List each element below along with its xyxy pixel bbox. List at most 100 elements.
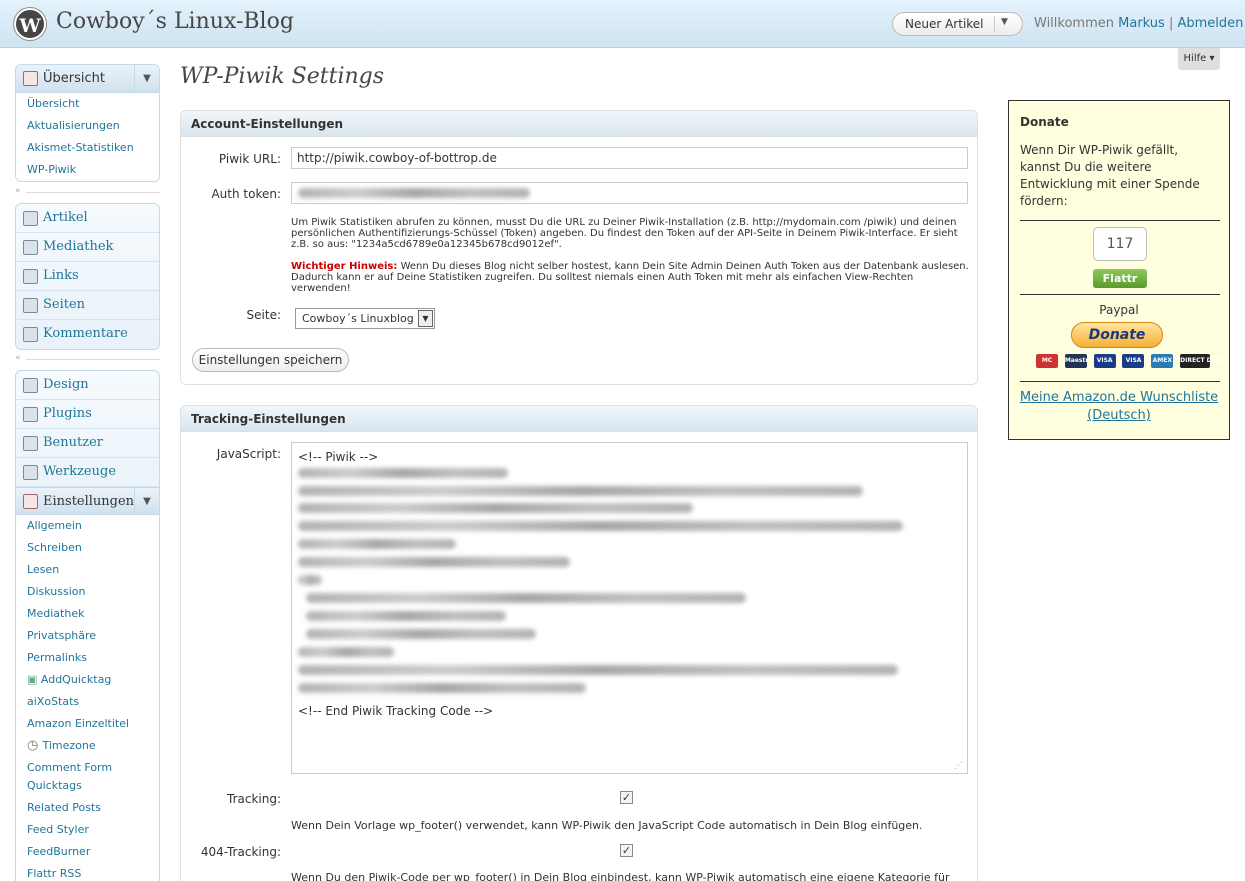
tracking404-label: 404-Tracking: [200,845,281,859]
submenu-item-overview[interactable]: Übersicht [16,93,159,115]
flattr-count: 117 [1093,227,1147,261]
sidebar-item-label: Links [43,268,79,283]
sidebar-item-tools[interactable]: Werkzeuge [16,458,159,487]
chevron-down-icon[interactable]: ▼ [134,488,159,515]
divider [1020,294,1220,295]
piwik-url-input[interactable]: http://piwik.cowboy-of-bottrop.de [291,147,968,169]
blurred-code-line [306,593,746,603]
menu-head-label: Übersicht [43,71,105,86]
paypal-donate-button[interactable]: Donate [1071,322,1163,348]
code-line-first: <!-- Piwik --> [298,450,379,464]
blurred-code-line [298,521,903,531]
sidebar-item-label: Plugins [43,406,92,421]
piwik-url-label: Piwik URL: [218,152,281,166]
sidebar-item-label: Design [43,377,89,392]
donate-box: Donate Wenn Dir WP-Piwik gefällt, kannst… [1008,100,1230,440]
submenu-item-discussion[interactable]: Diskussion [16,581,159,603]
wordpress-logo-icon[interactable]: W [14,8,46,40]
tracking404-help-text: Wenn Du den Piwik-Code per wp_footer() i… [291,871,950,881]
sidebar-item-design[interactable]: Design [16,371,159,400]
submenu-item-addquicktag[interactable]: ▣ AddQuicktag [16,669,159,691]
chevron-down-icon: ▼ [418,310,433,327]
design-icon [23,378,38,393]
button-divider [994,16,995,32]
submenu-item-flattr-rss[interactable]: Flattr RSS [16,863,159,881]
chevron-down-icon[interactable]: ▼ [1001,17,1008,27]
site-label: Seite: [246,308,281,322]
page-icon [23,298,38,313]
sidebar-item-pages[interactable]: Seiten [16,291,159,320]
chevron-down-icon[interactable]: ▼ [134,65,159,92]
javascript-textarea[interactable]: <!-- Piwik --> <!-- End Piwik Tracking C… [291,442,968,774]
warning-text: Wichtiger Hinweis: Wenn Du dieses Blog n… [291,261,971,294]
settings-icon [23,494,38,509]
comment-icon [23,327,38,342]
sidebar-item-plugins[interactable]: Plugins [16,400,159,429]
tracking-settings-heading: Tracking-Einstellungen [181,406,977,432]
amazon-wishlist-link[interactable]: Meine Amazon.de Wunschliste (Deutsch) [1009,389,1229,425]
submenu-item-feed-styler[interactable]: Feed Styler [16,819,159,841]
flattr-button[interactable]: Flattr [1093,269,1147,288]
blurred-code-line [306,629,536,639]
users-icon [23,436,38,451]
menu-head-overview[interactable]: Übersicht ▼ [16,65,159,93]
sidebar-item-label: Seiten [43,297,86,312]
menu-separator [26,192,160,193]
site-title[interactable]: Cowboy´s Linux-Blog [56,9,294,34]
collapse-icon[interactable]: « [15,353,21,363]
page-title: WP-Piwik Settings [180,64,385,89]
submenu-item-permalinks[interactable]: Permalinks [16,647,159,669]
resize-grip-icon[interactable]: ⋰ [954,761,963,771]
blurred-code-line [298,575,322,585]
welcome-text: Willkommen [1034,16,1114,31]
submenu-item-amazon[interactable]: Amazon Einzeltitel [16,713,159,735]
submenu-item-reading[interactable]: Lesen [16,559,159,581]
submenu-item-akismet[interactable]: Akismet-Statistiken [16,137,159,159]
submenu-item-wp-piwik[interactable]: WP-Piwik [16,159,159,181]
submenu-item-comment-form-quicktags[interactable]: Comment Form Quicktags [16,757,159,797]
blurred-code-line [298,503,693,513]
blurred-code-line [298,486,863,496]
submenu-item-label: Timezone [42,739,96,752]
help-tab[interactable]: Hilfe ▾ [1178,48,1220,70]
sidebar-item-label: Werkzeuge [43,464,117,479]
logout-link[interactable]: Abmelden [1177,16,1243,31]
sidebar-item-links[interactable]: Links [16,262,159,291]
menu-head-label: Einstellungen [43,494,135,509]
sidebar-item-label: Benutzer [43,435,103,450]
menu-head-settings[interactable]: Einstellungen ▼ [16,487,159,515]
submenu-item-media[interactable]: Mediathek [16,603,159,625]
submenu-item-aixostats[interactable]: aiXoStats [16,691,159,713]
account-settings-box: Account-Einstellungen Piwik URL: http://… [180,110,978,385]
site-select[interactable]: Cowboy´s Linuxblog ▼ [295,308,435,329]
paypal-label: Paypal [1099,303,1139,317]
sidebar-item-label: Artikel [43,210,88,225]
save-settings-button[interactable]: Einstellungen speichern [192,348,349,372]
submenu-item-writing[interactable]: Schreiben [16,537,159,559]
blurred-code-line [298,557,570,567]
auth-token-input[interactable] [291,182,968,204]
settings-submenu: Allgemein Schreiben Lesen Diskussion Med… [15,515,160,881]
mastercard-icon: MC [1036,354,1058,368]
payment-cards: MC Maestro VISA VISA AMEX DIRECT Debit [1036,354,1225,370]
submenu-item-general[interactable]: Allgemein [16,515,159,537]
account-settings-heading: Account-Einstellungen [181,111,977,137]
submenu-item-privacy[interactable]: Privatsphäre [16,625,159,647]
blurred-code-line [298,683,586,693]
sidebar-item-comments[interactable]: Kommentare [16,320,159,349]
new-article-button[interactable]: Neuer Artikel ▼ [892,12,1023,36]
collapse-icon[interactable]: « [15,186,21,196]
submenu-item-related-posts[interactable]: Related Posts [16,797,159,819]
user-profile-link[interactable]: Markus [1118,16,1165,31]
sidebar-item-users[interactable]: Benutzer [16,429,159,458]
submenu-item-timezone[interactable]: ◷ Timezone [16,735,159,757]
javascript-label: JavaScript: [216,447,281,461]
site-select-value: Cowboy´s Linuxblog [302,312,414,325]
submenu-item-updates[interactable]: Aktualisierungen [16,115,159,137]
tracking-checkbox[interactable]: ✓ [620,791,633,804]
sidebar-item-media[interactable]: Mediathek [16,233,159,262]
account-help-text: Um Piwik Statistiken abrufen zu können, … [291,217,958,250]
submenu-item-feedburner[interactable]: FeedBurner [16,841,159,863]
tracking404-checkbox[interactable]: ✓ [620,844,633,857]
sidebar-item-articles[interactable]: Artikel [16,204,159,233]
